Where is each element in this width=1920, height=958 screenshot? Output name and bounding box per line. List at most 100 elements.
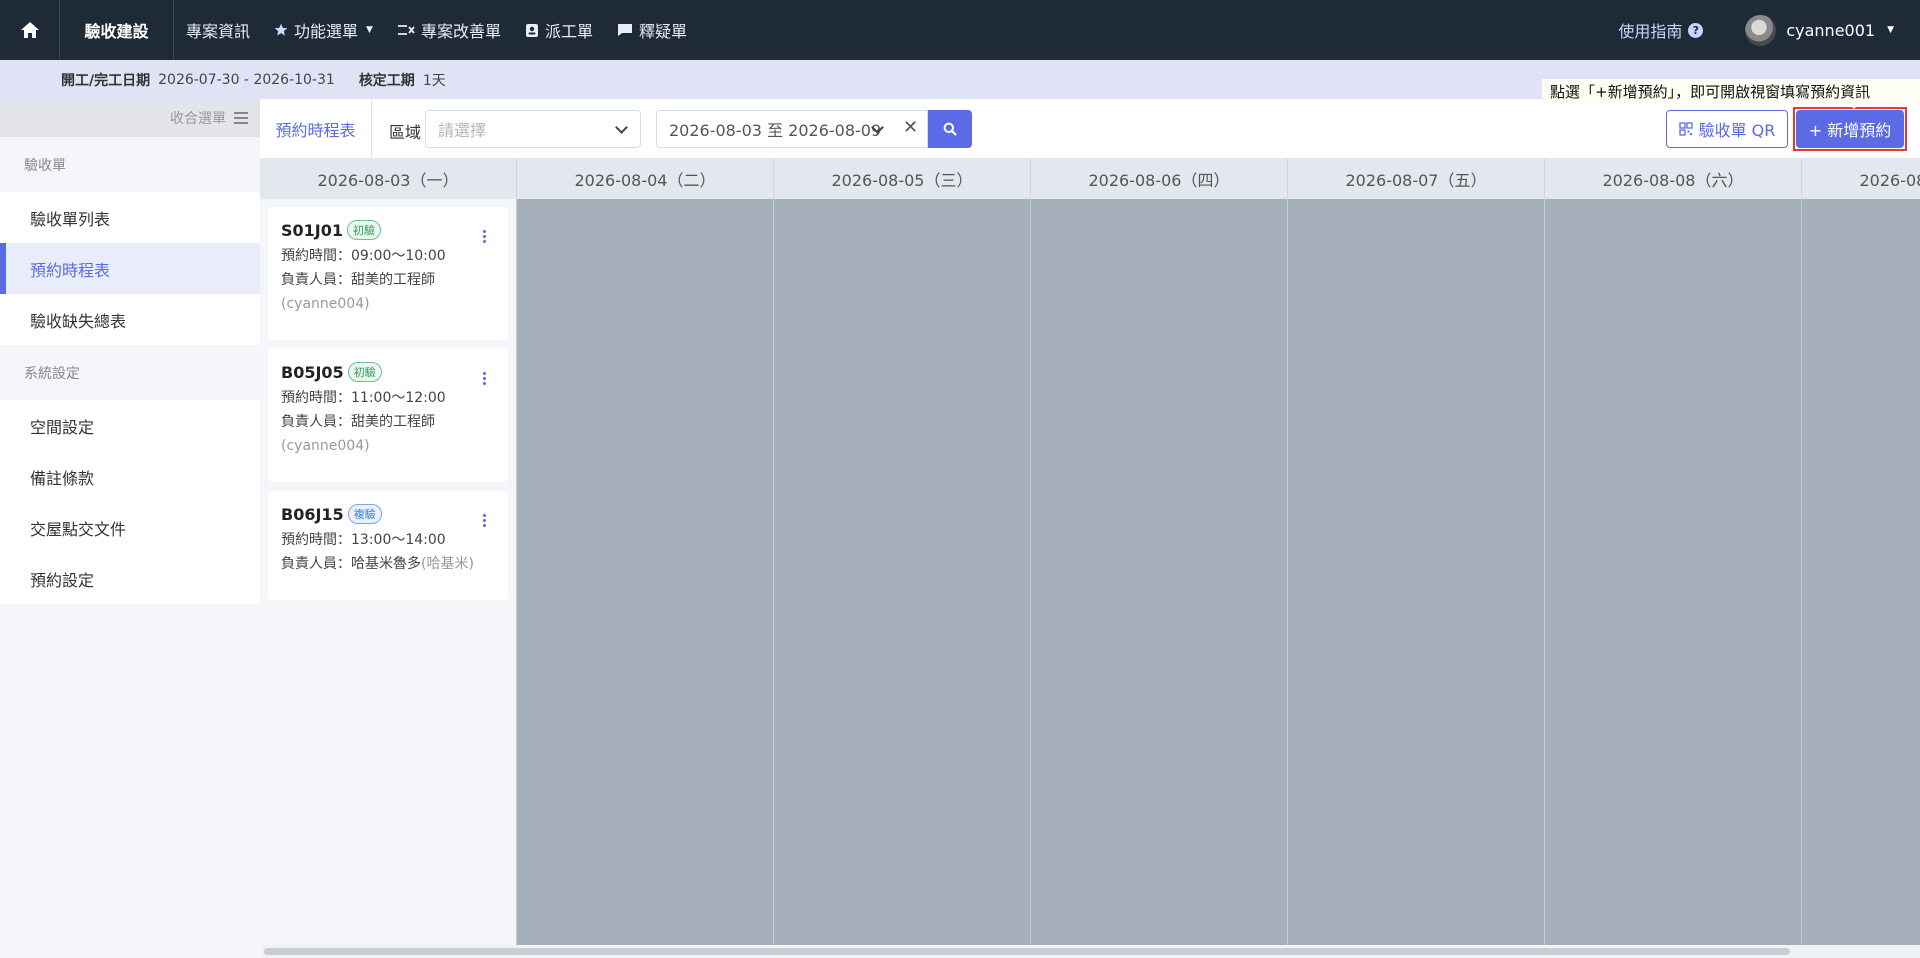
sidebar-group-settings: 空間設定 備註條款 交屋點交文件 預約設定 — [0, 400, 260, 604]
weekly-schedule: 2026-08-03（一） 2026-08-04（二） 2026-08-05（三… — [260, 158, 1920, 945]
top-navbar: 驗收建設 專案資訊 功能選單 ▼ 專案改善單 派工單 釋疑單 使用指南 ? cy… — [0, 0, 1920, 60]
guide-tooltip: 點選「+新增預約」，即可開啟視窗填寫預約資訊 — [1542, 79, 1920, 103]
day-column-fri[interactable] — [1288, 199, 1545, 945]
tooltip-arrow — [1848, 103, 1860, 109]
day-header-thu: 2026-08-06（四） — [1031, 158, 1288, 199]
booking-type-badge: 初驗 — [347, 220, 382, 240]
nav-dispatch-order[interactable]: 派工單 — [513, 0, 605, 60]
scrollbar-thumb[interactable] — [264, 948, 1790, 955]
nav-function-menu[interactable]: 功能選單 ▼ — [262, 0, 385, 60]
booking-time: 預約時間：11:00～12:00 — [281, 390, 446, 406]
area-select[interactable]: 請選擇 — [425, 110, 641, 148]
booking-card[interactable]: S01J01 初驗 預約時間：09:00～10:00 負責人員：甜美的工程師 (… — [268, 207, 508, 340]
date-range-value: 2026-08-03 至 2026-08-09 — [669, 121, 882, 140]
help-icon: ? — [1688, 22, 1704, 38]
avatar — [1745, 14, 1777, 46]
booking-card-head: B05J05 初驗 — [281, 361, 496, 383]
chevron-down-icon — [615, 121, 628, 134]
day-column-sat[interactable] — [1545, 199, 1802, 945]
user-menu[interactable]: cyanne001 ▼ — [1745, 14, 1894, 46]
caret-down-icon: ▼ — [1887, 25, 1894, 35]
schedule-toolbar: 預約時程表 區域 請選擇 2026-08-03 至 2026-08-09 ✕ 驗… — [260, 99, 1920, 158]
acceptance-qr-button[interactable]: 驗收單 QR — [1666, 110, 1788, 148]
chat-icon — [617, 24, 632, 36]
nav-improvement-order-label: 專案改善單 — [420, 22, 501, 41]
sidebar-item-remark-terms[interactable]: 備註條款 — [0, 451, 260, 502]
day-header-wed: 2026-08-05（三） — [774, 158, 1031, 199]
period-label: 開工/完工日期 — [61, 72, 151, 89]
day-column-thu[interactable] — [1031, 199, 1288, 945]
badge-icon — [525, 24, 538, 37]
booking-time: 預約時間：09:00～10:00 — [281, 248, 446, 264]
booking-staff: 負責人員：甜美的工程師 — [281, 272, 435, 288]
more-vertical-icon[interactable] — [483, 372, 486, 385]
booking-type-badge: 複驗 — [347, 504, 382, 524]
username: cyanne001 — [1786, 20, 1876, 40]
booking-code: B06J15 — [281, 504, 344, 524]
qr-code-icon — [1678, 122, 1693, 136]
search-icon — [943, 122, 957, 136]
booking-card-head: S01J01 初驗 — [281, 219, 496, 241]
brand-title[interactable]: 驗收建設 — [60, 0, 174, 60]
day-header-fri: 2026-08-07（五） — [1288, 158, 1545, 199]
nav-project-info[interactable]: 專案資訊 — [174, 0, 262, 60]
day-column-sun[interactable] — [1802, 199, 1920, 945]
sidebar-item-defect-summary[interactable]: 驗收缺失總表 — [0, 294, 260, 345]
nav-project-info-label: 專案資訊 — [186, 22, 251, 41]
horizontal-scrollbar[interactable] — [262, 945, 1920, 958]
improve-icon — [397, 25, 415, 35]
booking-card-head: B06J15 複驗 — [281, 503, 496, 525]
booking-staff: 負責人員：哈基米魯多 — [281, 556, 421, 572]
sidebar-section-title: 驗收單 — [24, 157, 66, 174]
sidebar-item-handover-docs[interactable]: 交屋點交文件 — [0, 502, 260, 553]
home-icon — [20, 22, 39, 38]
collapse-menu-label: 收合選單 — [170, 111, 226, 127]
user-guide-label: 使用指南 — [1618, 22, 1683, 41]
nav-clarification-order-label: 釋疑單 — [638, 22, 687, 41]
booking-staff: 負責人員：甜美的工程師 — [281, 414, 435, 430]
area-label: 區域 — [389, 123, 422, 142]
booking-staff-line: 負責人員：哈基米魯多(哈基米) — [281, 555, 496, 573]
sidebar-section-title: 系統設定 — [24, 365, 80, 382]
day-header-sun: 2026-08-09（日） — [1802, 158, 1920, 199]
more-vertical-icon[interactable] — [483, 230, 486, 243]
sidebar: 收合選單 驗收單 驗收單列表 預約時程表 驗收缺失總表 系統設定 空間設定 備註… — [0, 99, 260, 958]
nav-right-group: 使用指南 ? cyanne001 ▼ — [1618, 0, 1920, 60]
duration-value: 1天 — [422, 72, 446, 89]
duration-label: 核定工期 — [358, 72, 415, 89]
booking-time: 預約時間：13:00～14:00 — [281, 532, 446, 548]
add-booking-button[interactable]: + 新增預約 — [1796, 110, 1904, 148]
clear-date-icon[interactable]: ✕ — [903, 117, 918, 138]
sidebar-item-space-settings[interactable]: 空間設定 — [0, 400, 260, 451]
collapse-menu-button[interactable]: 收合選單 — [0, 99, 260, 137]
sidebar-group-acceptance: 驗收單列表 預約時程表 驗收缺失總表 — [0, 192, 260, 345]
user-guide-link[interactable]: 使用指南 ? — [1618, 18, 1704, 42]
home-button[interactable] — [0, 0, 60, 60]
period-value: 2026-07-30 - 2026-10-31 — [158, 71, 335, 88]
nav-improvement-order[interactable]: 專案改善單 — [385, 0, 513, 60]
nav-dispatch-order-label: 派工單 — [544, 22, 593, 41]
booking-staff-id: (哈基米) — [421, 556, 474, 572]
booking-staff-id: (cyanne004) — [281, 296, 370, 312]
star-icon — [274, 23, 288, 36]
nav-clarification-order[interactable]: 釋疑單 — [605, 0, 699, 60]
day-header-mon: 2026-08-03（一） — [260, 158, 517, 199]
sidebar-item-booking-schedule[interactable]: 預約時程表 — [0, 243, 260, 294]
sidebar-item-booking-settings[interactable]: 預約設定 — [0, 553, 260, 604]
more-vertical-icon[interactable] — [483, 514, 486, 527]
date-range-picker[interactable]: 2026-08-03 至 2026-08-09 — [656, 110, 928, 148]
page-title: 預約時程表 — [260, 99, 372, 158]
day-column-wed[interactable] — [774, 199, 1031, 945]
day-column-tue[interactable] — [517, 199, 774, 945]
acceptance-qr-label: 驗收單 QR — [1698, 121, 1776, 140]
schedule-header: 2026-08-03（一） 2026-08-04（二） 2026-08-05（三… — [260, 158, 1920, 199]
booking-card[interactable]: B06J15 複驗 預約時間：13:00～14:00 負責人員：哈基米魯多(哈基… — [268, 491, 508, 600]
day-column-mon: S01J01 初驗 預約時間：09:00～10:00 負責人員：甜美的工程師 (… — [260, 199, 517, 945]
area-select-placeholder: 請選擇 — [438, 121, 487, 140]
day-header-sat: 2026-08-08（六） — [1545, 158, 1802, 199]
menu-icon — [234, 112, 248, 124]
booking-card[interactable]: B05J05 初驗 預約時間：11:00～12:00 負責人員：甜美的工程師 (… — [268, 349, 508, 482]
search-button[interactable] — [928, 110, 972, 148]
booking-code: S01J01 — [281, 220, 344, 240]
sidebar-item-acceptance-list[interactable]: 驗收單列表 — [0, 192, 260, 243]
